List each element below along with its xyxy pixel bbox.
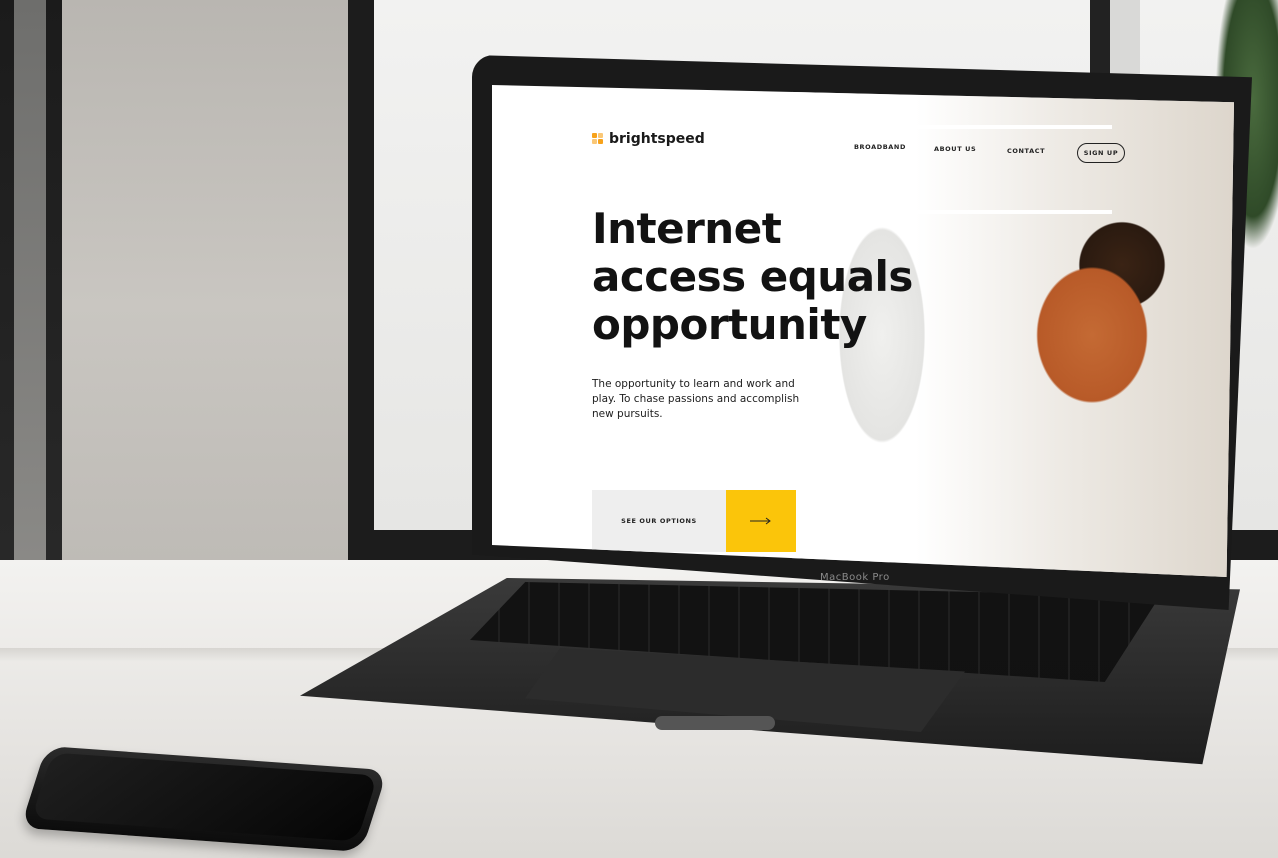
laptop-screen: brightspeed BROADBAND ABOUT US CONTACT S… — [492, 85, 1234, 577]
nav-link-contact[interactable]: CONTACT — [1007, 147, 1045, 155]
sign-up-button[interactable]: SIGN UP — [1077, 143, 1125, 163]
phone-screen — [31, 752, 378, 842]
see-options-cta[interactable]: SEE OUR OPTIONS — [592, 490, 796, 552]
device-label: MacBook Pro — [820, 572, 890, 583]
hero-subtext: The opportunity to learn and work and pl… — [592, 378, 800, 420]
laptop-hinge — [655, 716, 775, 730]
headline-line: access equals — [592, 252, 913, 301]
cta-label[interactable]: SEE OUR OPTIONS — [592, 490, 726, 552]
left-window-frame — [0, 0, 62, 640]
wall-panel — [62, 0, 352, 610]
brightspeed-logo[interactable]: brightspeed — [592, 131, 705, 147]
logo-text: brightspeed — [609, 131, 705, 147]
headline-line: Internet — [592, 204, 782, 253]
hero-headline: Internet access equals opportunity — [592, 205, 922, 349]
kitchen-shelf — [912, 210, 1112, 214]
kitchen-shelf — [912, 125, 1112, 129]
arrow-right-icon[interactable] — [726, 490, 796, 552]
headline-line: opportunity — [592, 300, 867, 349]
nav-link-broadband[interactable]: BROADBAND — [854, 143, 906, 151]
brightspeed-logo-mark-icon — [592, 133, 604, 145]
nav-link-about-us[interactable]: ABOUT US — [934, 145, 976, 153]
